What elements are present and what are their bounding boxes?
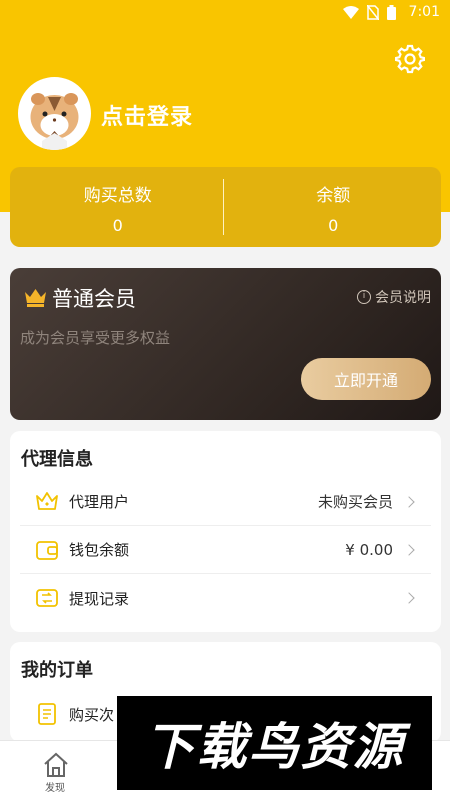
no-sim-icon: [367, 5, 379, 20]
info-icon: i: [357, 290, 371, 304]
hamster-avatar-icon: [30, 93, 79, 150]
battery-icon: [387, 5, 396, 20]
settings-gear-icon[interactable]: [395, 44, 425, 74]
orders-section-title: 我的订单: [21, 660, 93, 681]
chevron-right-icon: [403, 543, 415, 556]
agent-user-label: 代理用户: [69, 493, 130, 511]
wifi-icon: [343, 5, 359, 19]
agent-info-card: 代理信息 代理用户 未购买会员 钱包余额 ¥ 0.00 提现记录: [10, 431, 441, 632]
stats-card: 购买总数 0 余额 0: [10, 167, 441, 247]
purchase-count-label: 购买次: [69, 705, 115, 724]
balance-label: 余额: [316, 186, 351, 206]
status-bar: 7:01: [0, 0, 450, 26]
wallet-balance-row[interactable]: 钱包余额 ¥ 0.00: [20, 526, 431, 574]
balance-value: 0: [328, 216, 339, 235]
home-icon[interactable]: [42, 751, 70, 779]
balance-stat[interactable]: 余额 0: [226, 167, 442, 247]
agent-user-row[interactable]: 代理用户 未购买会员: [20, 478, 431, 526]
withdraw-record-row[interactable]: 提现记录: [20, 574, 431, 622]
vip-title: 普通会员: [52, 287, 136, 311]
agent-section-title: 代理信息: [21, 449, 93, 470]
purchase-total-value: 0: [112, 216, 123, 235]
purchase-total-label: 购买总数: [83, 186, 152, 206]
vip-card: 普通会员 i 会员说明 成为会员享受更多权益 立即开通: [10, 268, 441, 420]
vip-description: 成为会员享受更多权益: [20, 329, 171, 347]
crown-icon: [25, 289, 46, 307]
vip-info-label: 会员说明: [375, 290, 431, 306]
avatar[interactable]: [18, 77, 91, 150]
crown-icon: [36, 491, 58, 510]
order-icon: [38, 703, 56, 725]
wallet-balance-label: 钱包余额: [69, 541, 130, 559]
vip-info-link[interactable]: i 会员说明: [357, 287, 431, 307]
watermark-overlay: 下载鸟资源: [117, 696, 432, 790]
nav-discover-label[interactable]: 发现: [45, 779, 65, 794]
open-vip-button[interactable]: 立即开通: [301, 358, 431, 400]
chevron-right-icon: [403, 495, 415, 508]
stats-divider: [223, 179, 224, 235]
wallet-balance-value: ¥ 0.00: [345, 540, 393, 559]
chevron-right-icon: [403, 592, 415, 604]
withdraw-record-label: 提现记录: [69, 589, 130, 608]
purchase-total-stat[interactable]: 购买总数 0: [10, 167, 226, 247]
status-time: 7:01: [408, 4, 440, 20]
wallet-icon: [36, 540, 58, 560]
login-link[interactable]: 点击登录: [101, 99, 193, 131]
withdraw-icon: [36, 589, 58, 607]
agent-user-value: 未购买会员: [317, 493, 393, 511]
